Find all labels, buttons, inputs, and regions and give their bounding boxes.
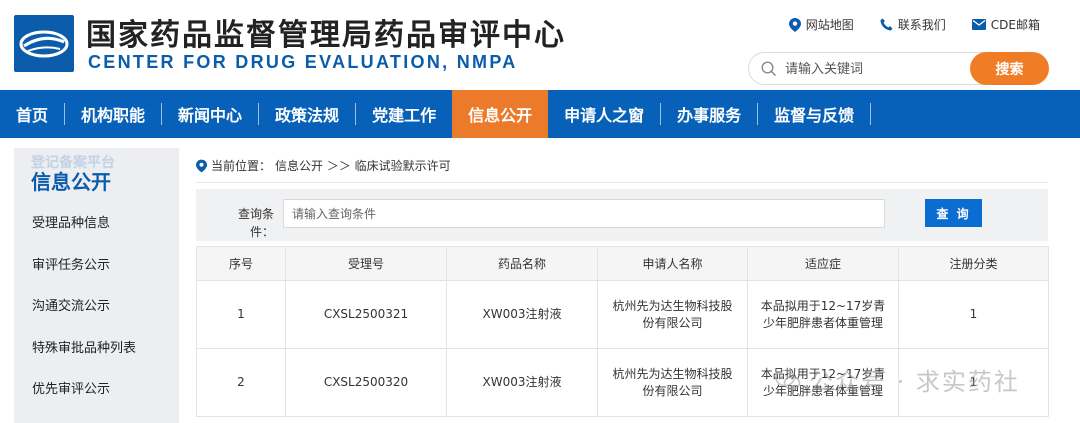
sidebar-item-accepted-varieties[interactable]: 受理品种信息 [32, 214, 136, 256]
nav-item-info-disclosure[interactable]: 信息公开 [452, 90, 549, 138]
nav-item-supervision-feedback[interactable]: 监督与反馈 [758, 90, 870, 138]
nav-item-label: 机构职能 [81, 106, 146, 125]
query-input[interactable] [283, 199, 885, 228]
breadcrumb: 当前位置： 信息公开 ＞＞ 临床试验默示许可 [196, 157, 451, 174]
table-cell: CXSL2500320 [285, 348, 447, 417]
site-search: 搜索 [748, 52, 1049, 85]
main-nav: 首页 机构职能 新闻中心 政策法规 党建工作 信息公开 申请人之窗 办事服务 监… [0, 90, 1080, 138]
breadcrumb-prefix: 当前位置： [211, 159, 272, 173]
nav-item-news[interactable]: 新闻中心 [162, 90, 258, 138]
query-button[interactable]: 查 询 [925, 199, 982, 227]
nmpa-logo[interactable] [14, 15, 74, 72]
mail-icon [971, 19, 986, 30]
sitemap-link[interactable]: 网站地图 [788, 16, 854, 33]
nav-item-label: 监督与反馈 [774, 106, 855, 125]
nav-item-functions[interactable]: 机构职能 [65, 90, 161, 138]
table-cell: 1 [898, 280, 1049, 349]
table-cell: XW003注射液 [446, 348, 598, 417]
location-pin-icon [196, 159, 207, 172]
nav-item-label: 申请人之窗 [564, 106, 645, 125]
table-cell: CXSL2500321 [285, 280, 447, 349]
nav-item-services[interactable]: 办事服务 [661, 90, 757, 138]
map-pin-icon [788, 17, 801, 32]
nav-item-label: 首页 [16, 106, 49, 125]
site-title-cn: 国家药品监督管理局药品审评中心 [86, 18, 566, 53]
sidebar-menu: 受理品种信息 审评任务公示 沟通交流公示 特殊审批品种列表 优先审评公示 [32, 214, 136, 422]
table-cell: 1 [196, 280, 286, 349]
column-header: 适应症 [747, 246, 899, 281]
top-links: 网站地图 联系我们 CDE邮箱 [788, 16, 1040, 33]
nav-divider [870, 103, 872, 125]
watermark: 公众号 · 求实药社 [775, 362, 1020, 397]
column-header: 药品名称 [446, 246, 598, 281]
search-icon [761, 61, 777, 77]
nav-item-party-building[interactable]: 党建工作 [356, 90, 452, 138]
nav-item-label: 新闻中心 [178, 106, 243, 125]
sidebar-item-priority-review[interactable]: 优先审评公示 [32, 380, 136, 422]
table-cell: 杭州先为达生物科技股份有限公司 [597, 280, 748, 349]
sidebar-item-communication[interactable]: 沟通交流公示 [32, 297, 136, 339]
sidebar-item-special-approval[interactable]: 特殊审批品种列表 [32, 339, 136, 381]
table-cell: 2 [196, 348, 286, 417]
breadcrumb-divider [196, 182, 1048, 183]
contact-link-label: 联系我们 [897, 18, 946, 32]
table-cell: 杭州先为达生物科技股份有限公司 [597, 348, 748, 417]
nav-item-label: 党建工作 [372, 106, 437, 125]
phone-icon [880, 18, 893, 31]
column-header: 注册分类 [898, 246, 1049, 281]
nav-item-policies[interactable]: 政策法规 [259, 90, 355, 138]
table-cell: 本品拟用于12~17岁青少年肥胖患者体重管理 [747, 280, 899, 349]
query-panel: 查询条件： 查 询 [196, 189, 1048, 241]
table-row[interactable]: 1 CXSL2500321 XW003注射液 杭州先为达生物科技股份有限公司 本… [196, 280, 1049, 349]
column-header: 序号 [196, 246, 286, 281]
column-header: 受理号 [285, 246, 447, 281]
nav-item-applicant-window[interactable]: 申请人之窗 [548, 90, 660, 138]
wechat-icon [775, 369, 801, 390]
cde-mail-link[interactable]: CDE邮箱 [971, 16, 1040, 33]
sidebar: 登记备案平台 信息公开 受理品种信息 审评任务公示 沟通交流公示 特殊审批品种列… [14, 148, 179, 423]
watermark-text: 公众号 · 求实药社 [809, 368, 1020, 396]
table-cell: XW003注射液 [446, 280, 598, 349]
site-search-input[interactable] [785, 59, 965, 79]
nav-item-home[interactable]: 首页 [0, 90, 64, 138]
nav-item-label: 办事服务 [677, 106, 742, 125]
breadcrumb-path[interactable]: 信息公开 ＞＞ 临床试验默示许可 [275, 157, 451, 174]
column-header: 申请人名称 [597, 246, 748, 281]
query-label: 查询条件： [237, 207, 274, 239]
nav-item-label: 政策法规 [275, 106, 340, 125]
sitemap-link-label: 网站地图 [805, 18, 854, 32]
contact-link[interactable]: 联系我们 [880, 16, 946, 33]
sidebar-title: 信息公开 [31, 170, 111, 194]
nav-item-label: 信息公开 [468, 106, 533, 125]
table-header-row: 序号 受理号 药品名称 申请人名称 适应症 注册分类 [196, 246, 1049, 281]
sidebar-item-review-tasks[interactable]: 审评任务公示 [32, 256, 136, 298]
site-title-en: CENTER FOR DRUG EVALUATION, NMPA [88, 52, 518, 72]
site-search-button[interactable]: 搜索 [970, 52, 1049, 85]
cde-mail-link-label: CDE邮箱 [990, 18, 1040, 32]
site-header: 国家药品监督管理局药品审评中心 CENTER FOR DRUG EVALUATI… [0, 0, 1080, 90]
